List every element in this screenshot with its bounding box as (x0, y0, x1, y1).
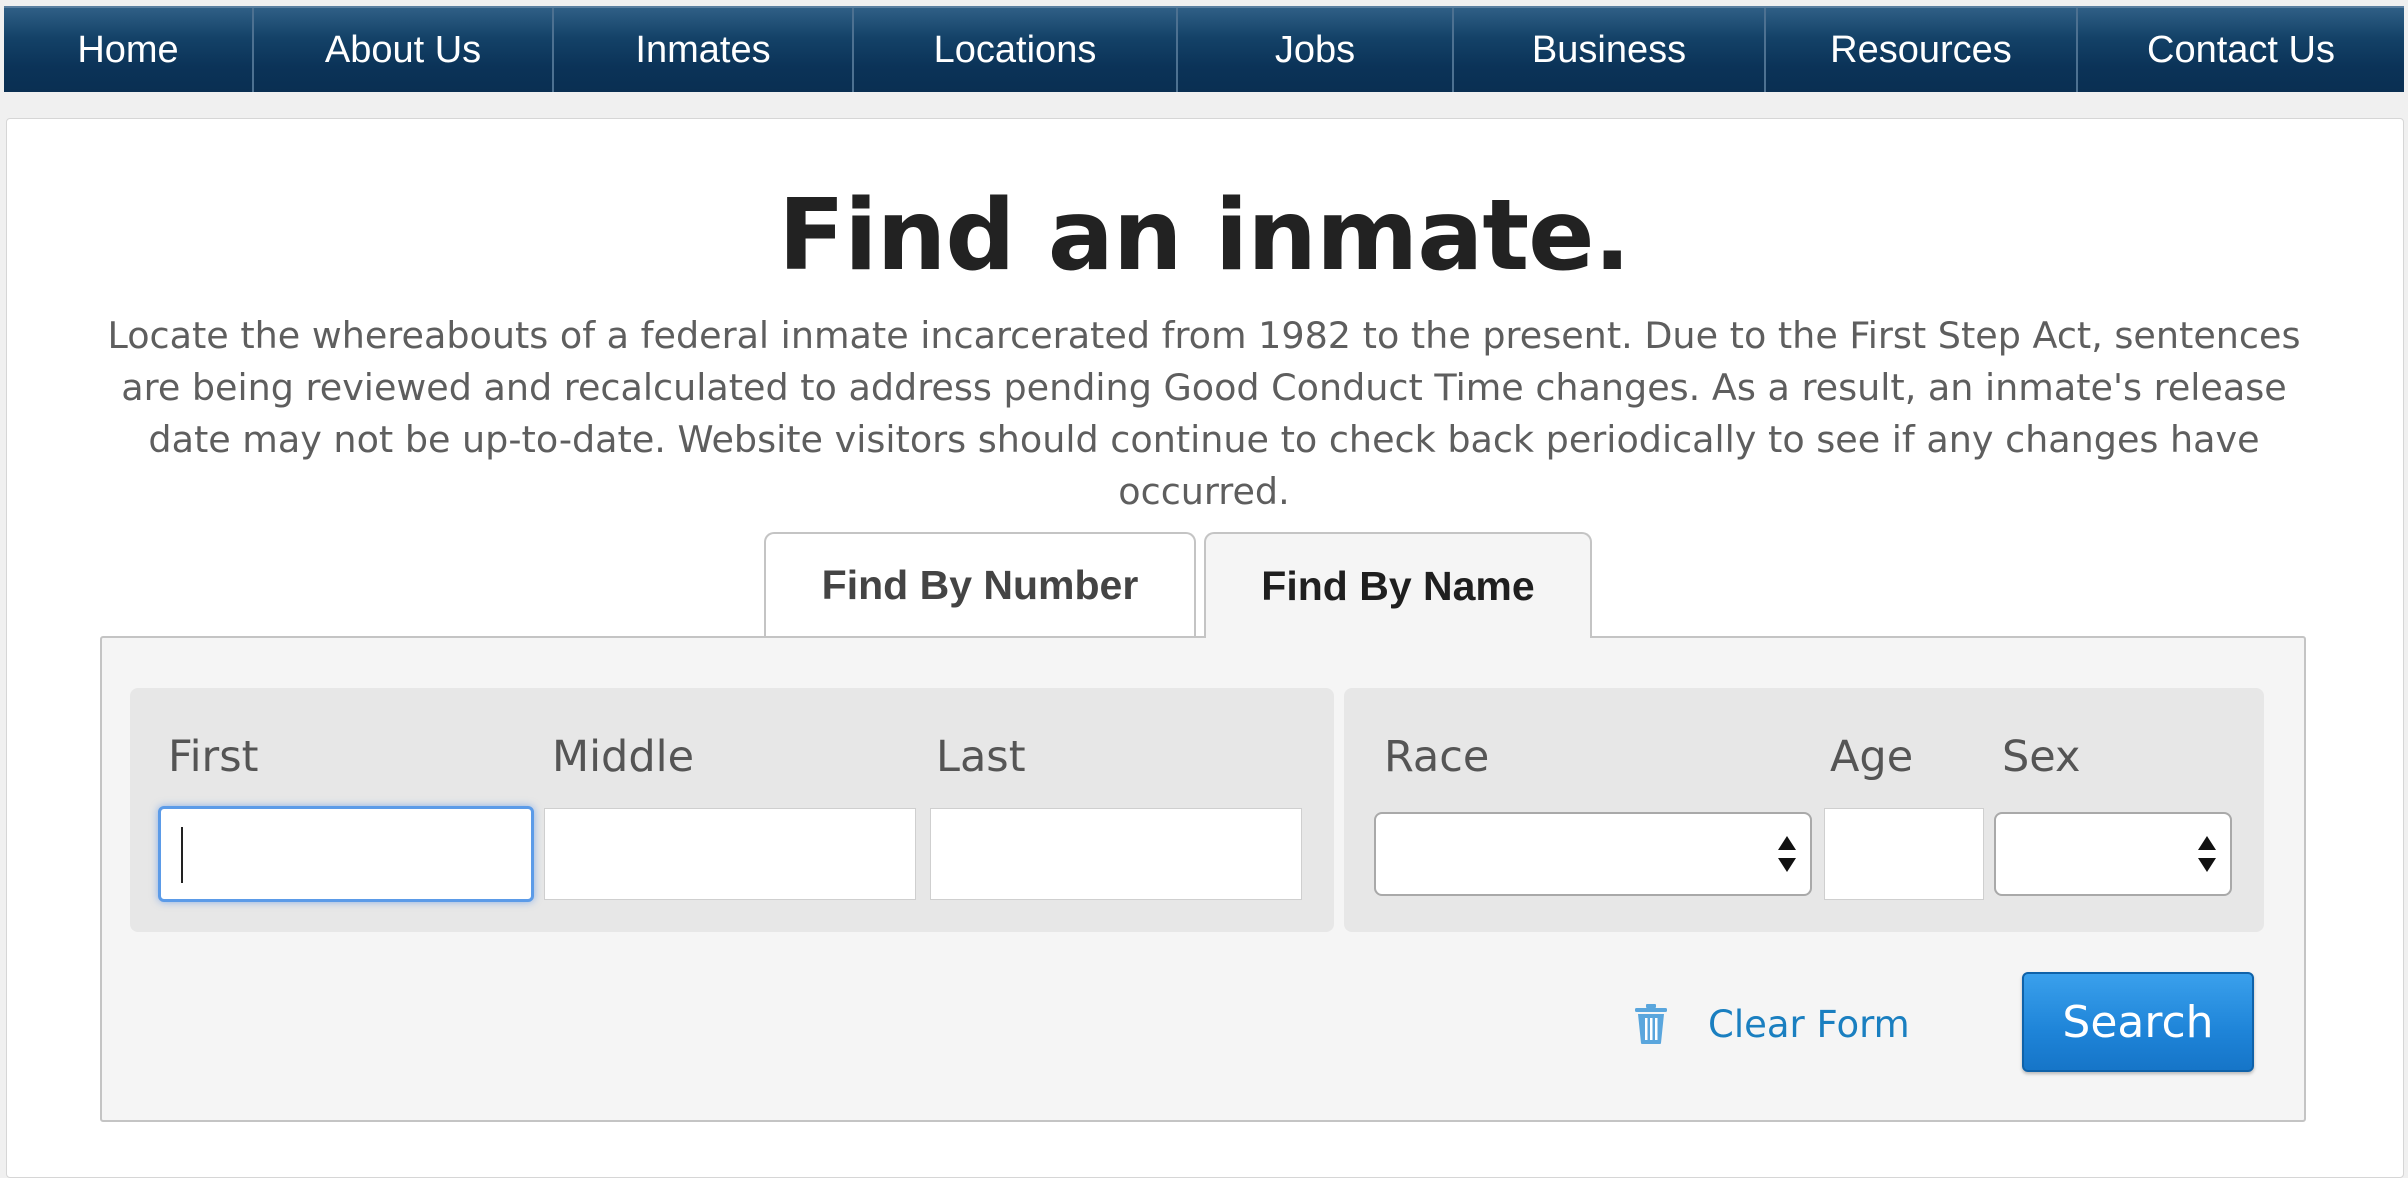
middle-name-input[interactable] (544, 808, 916, 900)
tab-find-by-number[interactable]: Find By Number (764, 532, 1196, 636)
sex-label: Sex (2002, 732, 2081, 782)
nav-item-about-us[interactable]: About Us (254, 8, 554, 92)
tab-find-by-name[interactable]: Find By Name (1204, 532, 1592, 638)
first-name-input[interactable] (158, 806, 534, 902)
nav-item-inmates[interactable]: Inmates (554, 8, 854, 92)
age-label: Age (1830, 732, 1914, 782)
page-description: Locate the whereabouts of a federal inma… (107, 314, 2301, 513)
nav-item-contact-us[interactable]: Contact Us (2078, 8, 2404, 92)
race-select[interactable] (1374, 812, 1812, 896)
page-title: Find an inmate. (778, 179, 1631, 293)
last-name-input[interactable] (930, 808, 1302, 900)
search-form: First Middle Last Race Age Sex Clear For… (100, 636, 2306, 1122)
name-fields-group: First Middle Last (130, 688, 1334, 932)
middle-label: Middle (552, 732, 695, 782)
nav-item-resources[interactable]: Resources (1766, 8, 2078, 92)
nav-item-home[interactable]: Home (4, 8, 254, 92)
main-nav: Home About Us Inmates Locations Jobs Bus… (4, 6, 2404, 92)
trash-icon (1635, 1004, 1667, 1044)
demographic-fields-group: Race Age Sex (1344, 688, 2264, 932)
nav-item-business[interactable]: Business (1454, 8, 1766, 92)
select-arrows-icon (2198, 836, 2216, 872)
race-label: Race (1384, 732, 1490, 782)
clear-form-link[interactable]: Clear Form (1634, 994, 1910, 1054)
first-label: First (168, 732, 259, 782)
search-button[interactable]: Search (2022, 972, 2254, 1072)
last-label: Last (936, 732, 1026, 782)
text-caret (181, 827, 183, 883)
clear-form-label: Clear Form (1708, 1002, 1910, 1046)
nav-item-jobs[interactable]: Jobs (1178, 8, 1454, 92)
age-input[interactable] (1824, 808, 1984, 900)
nav-item-locations[interactable]: Locations (854, 8, 1178, 92)
sex-select[interactable] (1994, 812, 2232, 896)
select-arrows-icon (1778, 836, 1796, 872)
